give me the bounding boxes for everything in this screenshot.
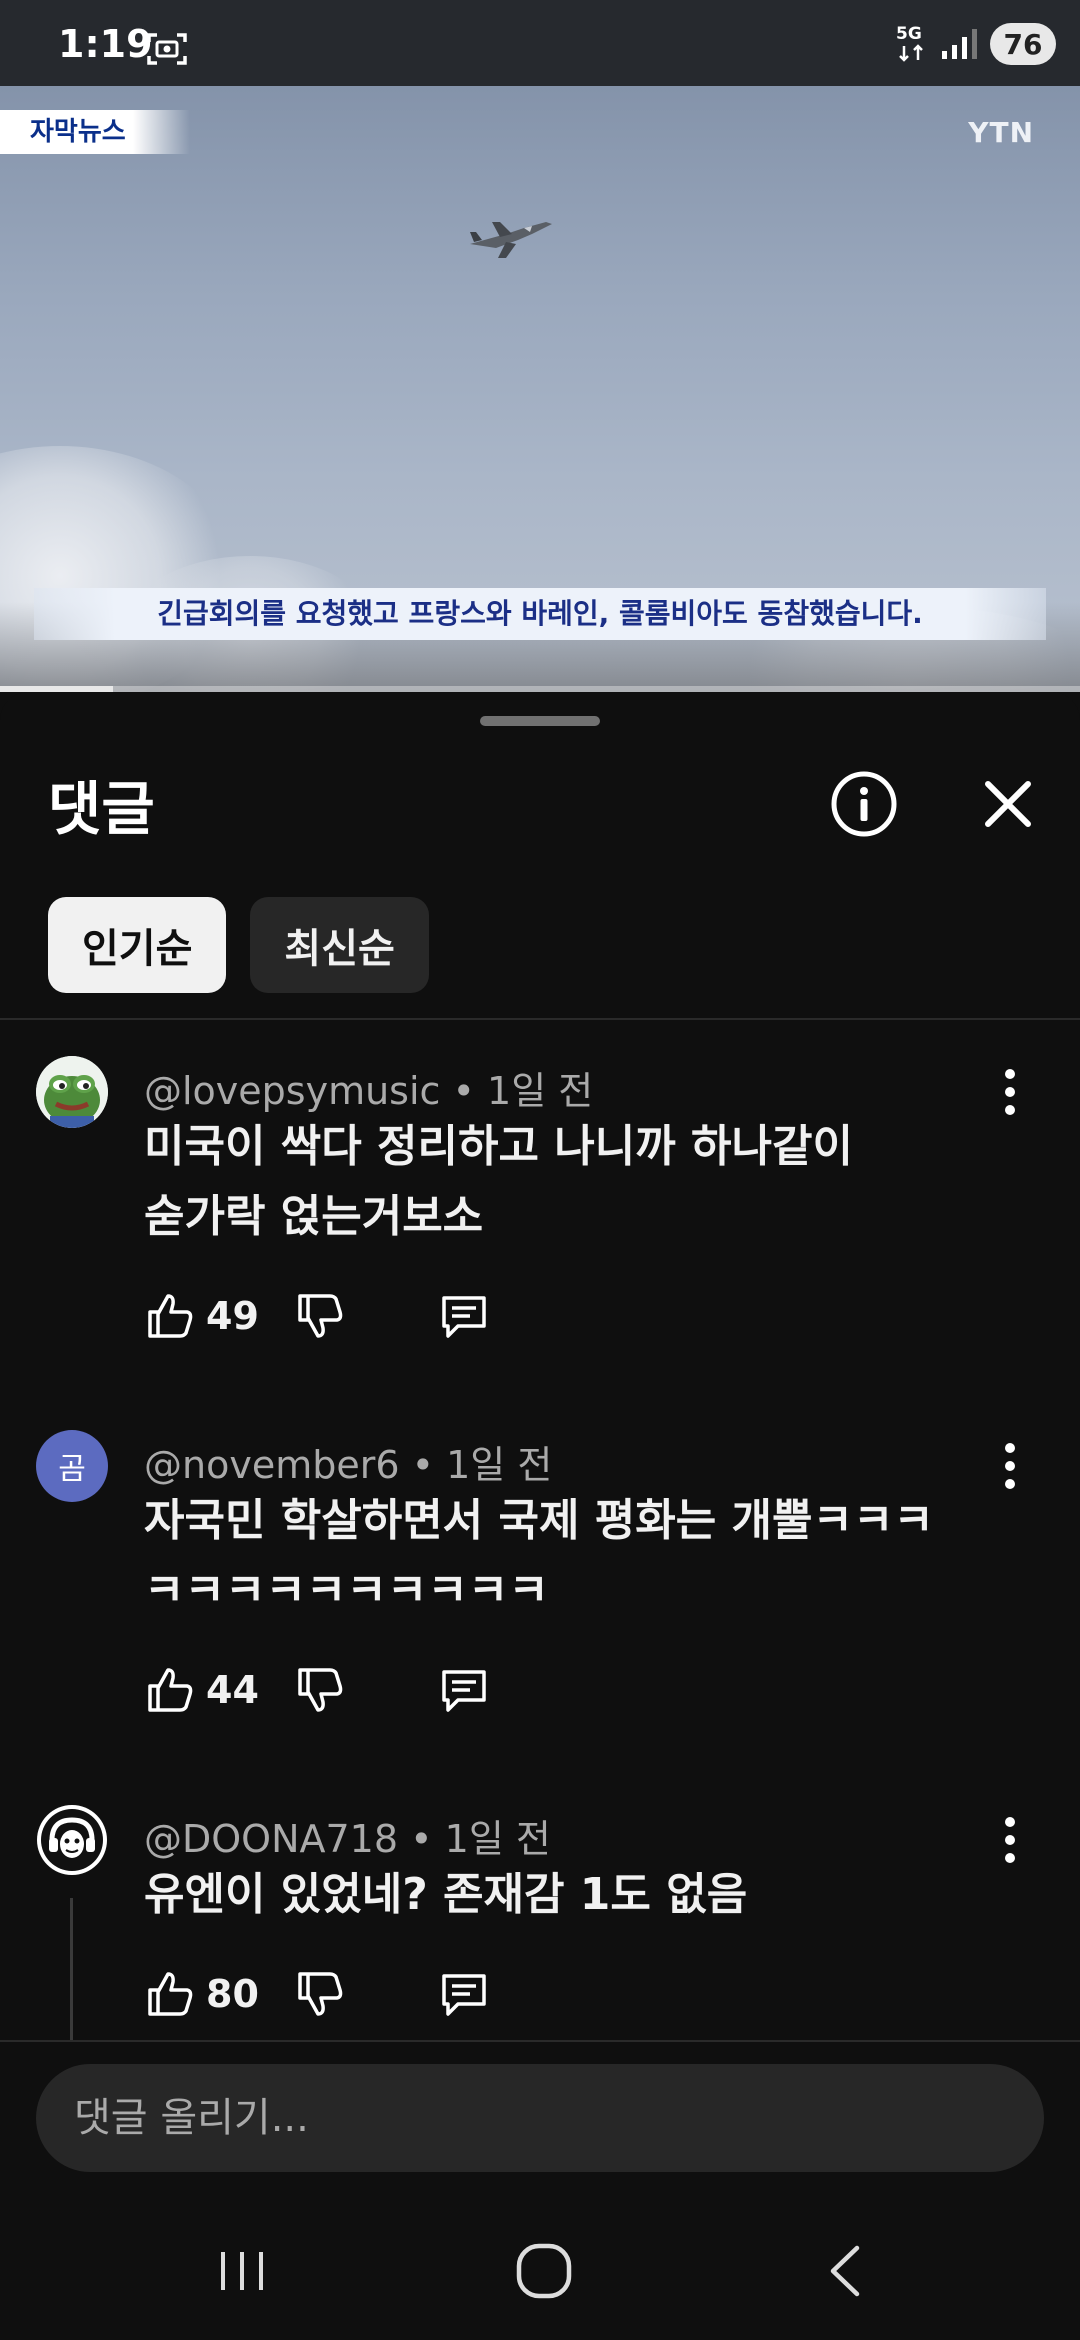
screenshot-indicator-icon	[147, 33, 187, 65]
channel-logo: YTN	[968, 116, 1034, 149]
reply-icon[interactable]	[438, 1664, 490, 1716]
comment-actions: 49	[144, 1290, 490, 1342]
like-count: 80	[206, 1972, 259, 2016]
comment-text: 유엔이 있었네? 존재감 1도 없음	[144, 1860, 994, 1930]
comment-time: 1일 전	[487, 1069, 594, 1113]
comment-text-line: 자국민 학살하면서 국제 평화는 개뿔ㅋㅋㅋ	[144, 1495, 934, 1546]
drag-handle[interactable]	[480, 716, 600, 726]
comment-time: 1일 전	[444, 1817, 551, 1861]
comment-meta: @DOONA718 • 1일 전	[144, 1817, 551, 1861]
comment-text-line: 유엔이 있었네? 존재감 1도 없음	[144, 1869, 748, 1920]
sheet-title: 댓글	[48, 775, 155, 843]
sort-chips: 인기순 최신순	[48, 897, 429, 993]
comment-time: 1일 전	[446, 1443, 553, 1487]
signal-strength-icon	[942, 29, 977, 59]
comment-author[interactable]: @november6	[144, 1443, 400, 1487]
recent-apps-icon[interactable]	[207, 2236, 277, 2306]
reply-icon[interactable]	[438, 1290, 490, 1342]
comment-input[interactable]: 댓글 올리기...	[36, 2064, 1044, 2172]
news-tag: 자막뉴스	[0, 110, 190, 154]
avatar[interactable]	[36, 1056, 108, 1128]
video-player[interactable]: 자막뉴스 YTN 긴급회의를 요청했고 프랑스와 바레인, 콜롬비아도 동참했습…	[0, 86, 1080, 692]
like-icon[interactable]	[144, 1290, 196, 1342]
close-icon[interactable]	[972, 768, 1044, 840]
comment-text: 자국민 학살하면서 국제 평화는 개뿔ㅋㅋㅋ ㅋㅋㅋㅋㅋㅋㅋㅋㅋㅋ	[144, 1486, 994, 1626]
reply-icon[interactable]	[438, 1968, 490, 2020]
dislike-icon[interactable]	[294, 1968, 346, 2020]
comment-meta: @lovepsymusic • 1일 전	[144, 1069, 594, 1113]
status-bar: 1:19 5G 76	[0, 0, 1080, 86]
network-5g-icon: 5G	[894, 24, 930, 64]
back-icon[interactable]	[811, 2236, 881, 2306]
like-icon[interactable]	[144, 1968, 196, 2020]
comment-actions: 44	[144, 1664, 490, 1716]
comment-text-line: 숟가락 얹는거보소	[144, 1191, 484, 1242]
battery-indicator: 76	[990, 23, 1056, 65]
comment-meta: @november6 • 1일 전	[144, 1443, 553, 1487]
like-count: 44	[206, 1668, 259, 1712]
comment-actions: 80	[144, 1968, 490, 2020]
comment-text-line: ㅋㅋㅋㅋㅋㅋㅋㅋㅋㅋ	[144, 1565, 549, 1616]
comment-text: 미국이 싹다 정리하고 나니까 하나같이 숟가락 얹는거보소	[144, 1112, 994, 1252]
frog-avatar-icon	[36, 1056, 108, 1128]
comment-input-bar: 댓글 올리기...	[0, 2040, 1080, 2200]
comment-author[interactable]: @lovepsymusic	[144, 1069, 440, 1113]
video-subtitle: 긴급회의를 요청했고 프랑스와 바레인, 콜롬비아도 동참했습니다.	[34, 588, 1046, 640]
like-icon[interactable]	[144, 1664, 196, 1716]
dislike-icon[interactable]	[294, 1664, 346, 1716]
like-count: 49	[206, 1294, 259, 1338]
comment-author[interactable]: @DOONA718	[144, 1817, 398, 1861]
system-nav-bar	[0, 2200, 1080, 2340]
fighter-jet-image	[470, 222, 552, 258]
chip-popular[interactable]: 인기순	[48, 897, 227, 993]
info-icon[interactable]	[828, 768, 900, 840]
chip-newest[interactable]: 최신순	[250, 897, 429, 993]
comment-text-line: 미국이 싹다 정리하고 나니까 하나같이	[144, 1121, 853, 1172]
dislike-icon[interactable]	[294, 1290, 346, 1342]
divider	[0, 1018, 1080, 1020]
avatar[interactable]: 곰	[36, 1430, 108, 1502]
home-icon[interactable]	[509, 2236, 579, 2306]
avatar[interactable]	[36, 1804, 108, 1876]
headphone-logo-avatar-icon	[37, 1805, 107, 1875]
status-time: 1:19	[58, 22, 153, 66]
